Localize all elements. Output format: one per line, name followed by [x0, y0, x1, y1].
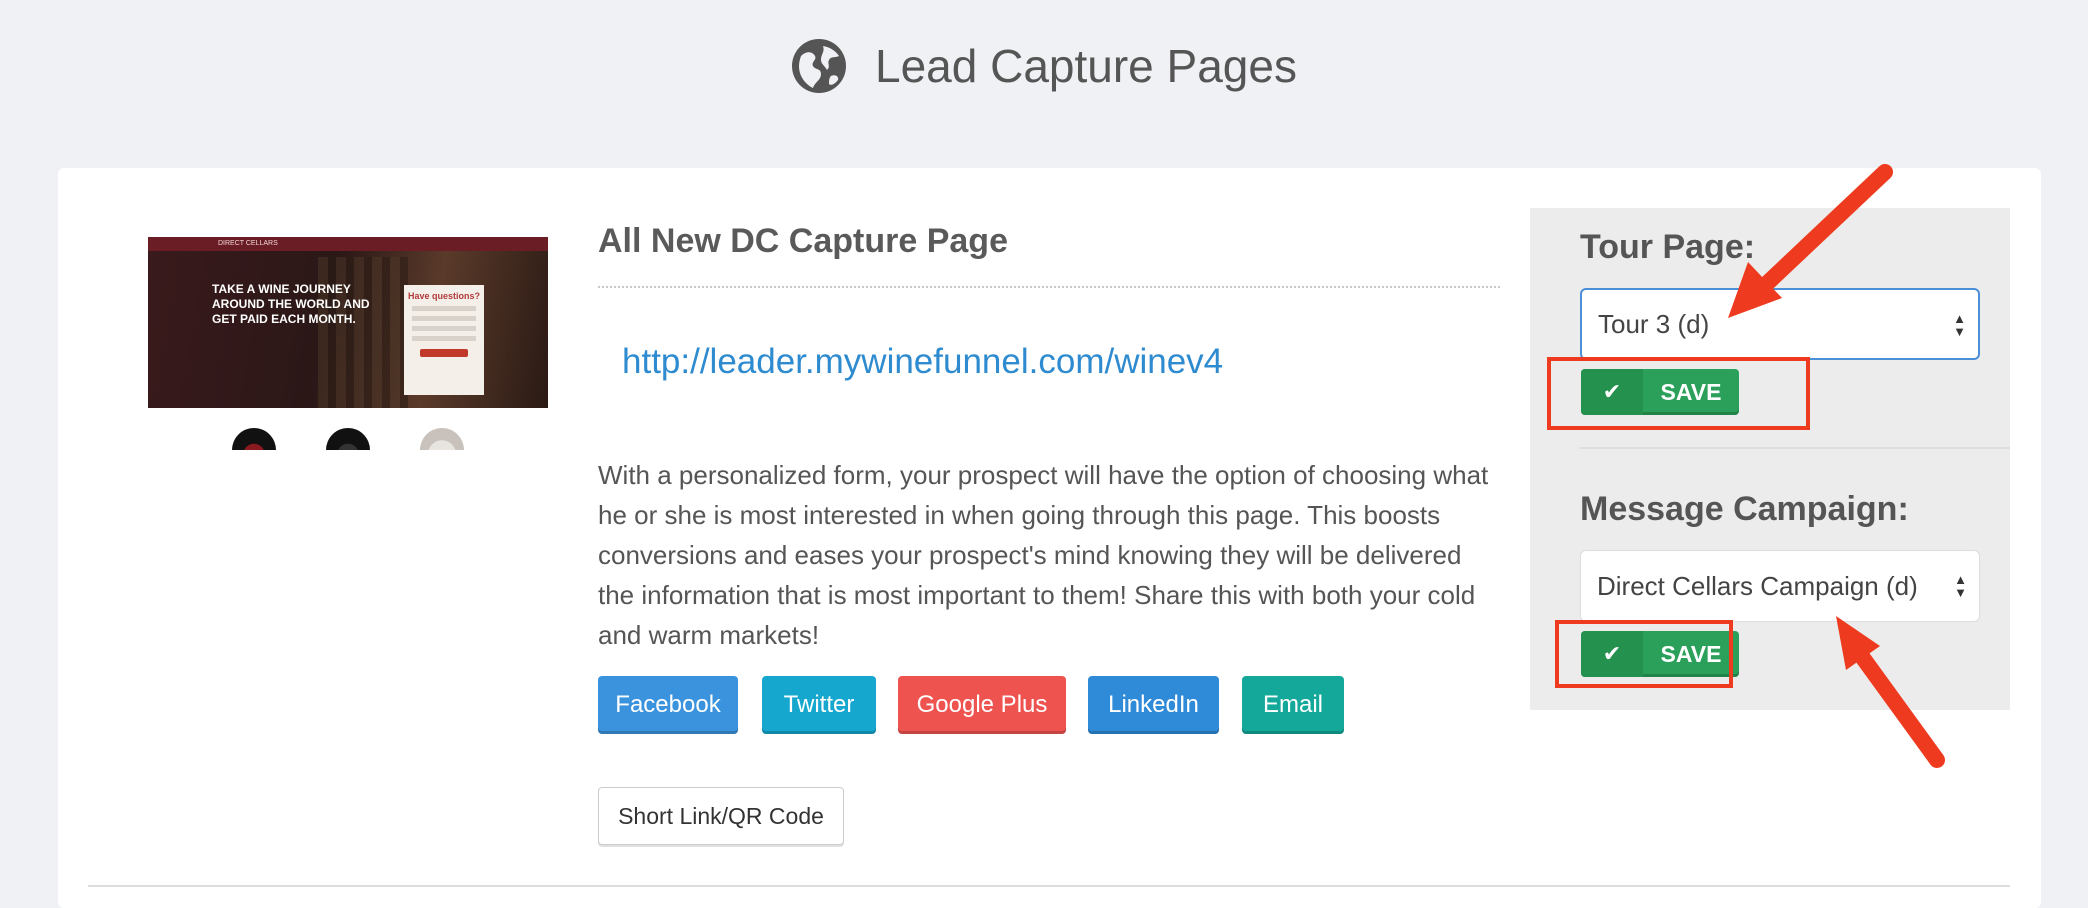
message-campaign-select[interactable]: Direct Cellars Campaign (d) ▲ ▼	[1580, 550, 1980, 622]
share-google-plus-button[interactable]: Google Plus	[898, 676, 1066, 734]
select-arrows-icon: ▲ ▼	[1954, 572, 1967, 600]
thumbnail-brand: DIRECT CELLARS	[148, 237, 548, 251]
thumbnail-bottles-image	[318, 257, 408, 408]
message-campaign-label: Message Campaign:	[1580, 490, 1909, 528]
page-header: Lead Capture Pages	[0, 30, 2088, 102]
page-title: Lead Capture Pages	[875, 40, 1297, 92]
short-link-qr-button[interactable]: Short Link/QR Code	[598, 787, 844, 845]
thumbnail-dot-3[interactable]	[420, 428, 464, 450]
tour-page-value: Tour 3 (d)	[1598, 308, 1710, 339]
tour-page-select[interactable]: Tour 3 (d) ▲ ▼	[1580, 288, 1980, 360]
tour-page-label: Tour Page:	[1580, 228, 1756, 266]
share-email-button[interactable]: Email	[1242, 676, 1344, 734]
page-thumbnail[interactable]: DIRECT CELLARS TAKE A WINE JOURNEY AROUN…	[148, 237, 548, 408]
highlight-box	[1547, 357, 1810, 430]
thumbnail-dot-2[interactable]	[326, 428, 370, 450]
globe-icon	[792, 39, 846, 93]
thumbnail-dot-1[interactable]	[232, 428, 276, 450]
panel-divider	[1580, 447, 2010, 449]
capture-page-title: All New DC Capture Page	[598, 222, 1008, 260]
message-campaign-value: Direct Cellars Campaign (d)	[1597, 570, 1918, 601]
thumbnail-headline: TAKE A WINE JOURNEY AROUND THE WORLD AND…	[212, 282, 370, 326]
capture-page-url[interactable]: http://leader.mywinefunnel.com/winev4	[622, 342, 1223, 382]
share-twitter-button[interactable]: Twitter	[762, 676, 876, 734]
highlight-box	[1555, 620, 1733, 688]
share-facebook-button[interactable]: Facebook	[598, 676, 738, 734]
thumbnail-form: Have questions?	[404, 285, 484, 395]
share-linkedin-button[interactable]: LinkedIn	[1088, 676, 1219, 734]
select-arrows-icon: ▲ ▼	[1953, 311, 1966, 339]
title-container: All New DC Capture Page	[598, 222, 1500, 288]
capture-page-description: With a personalized form, your prospect …	[598, 460, 1489, 650]
divider	[88, 885, 2010, 887]
thumbnail-form-title: Have questions?	[407, 291, 481, 301]
